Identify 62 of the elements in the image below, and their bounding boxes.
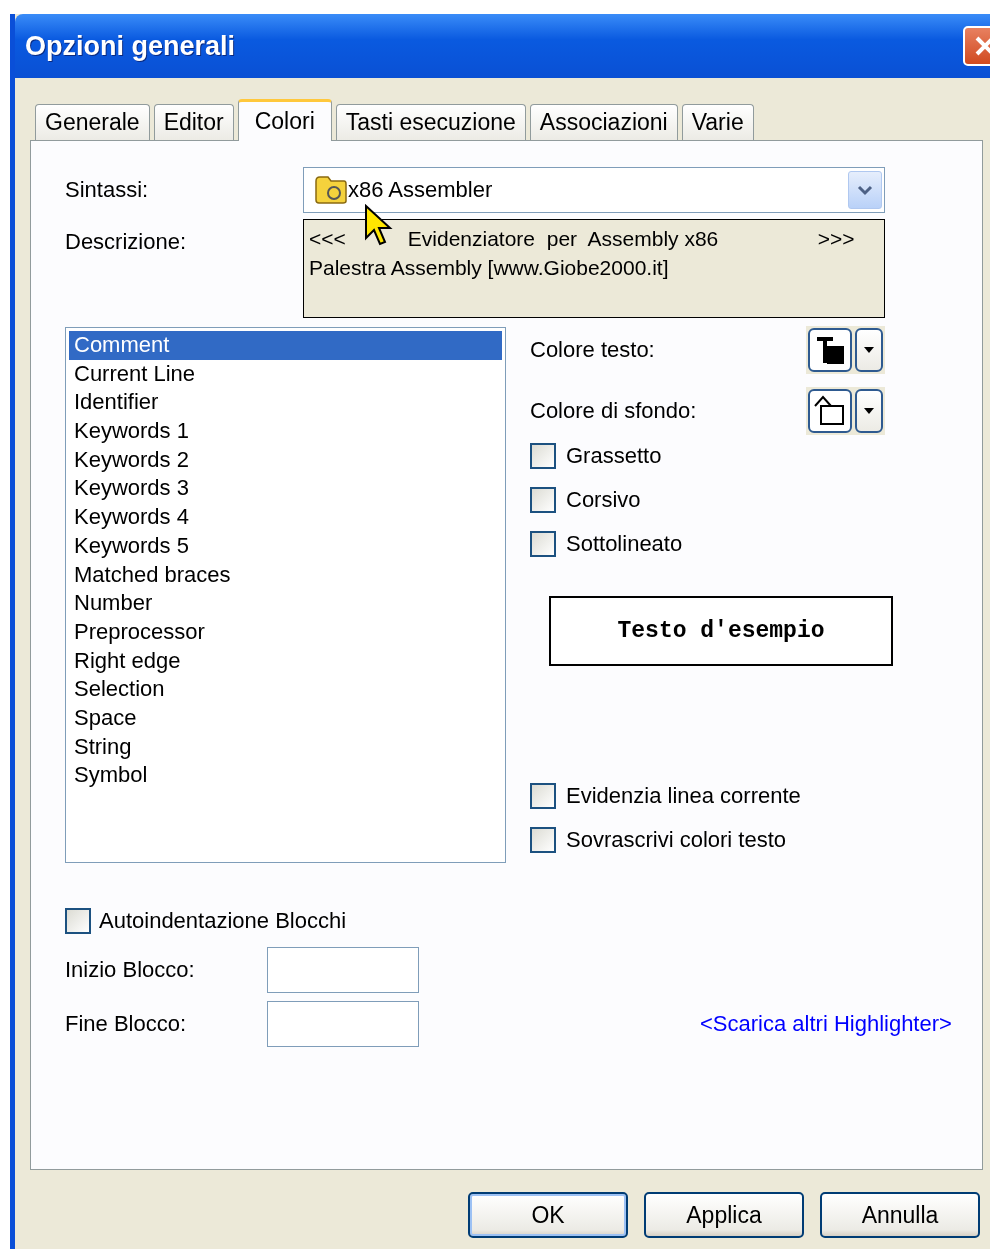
checkbox[interactable] [530, 443, 556, 469]
caret-icon [864, 408, 874, 414]
sample-text-box: Testo d'esempio [549, 596, 893, 666]
dialog-button[interactable]: OK [468, 1192, 628, 1238]
list-item[interactable]: Right edge [69, 646, 502, 676]
list-item[interactable]: Number [69, 589, 502, 618]
tab[interactable]: Generale [35, 104, 150, 140]
window-title: Opzioni generali [25, 30, 236, 62]
text-color-button[interactable] [808, 328, 852, 372]
checkbox-label[interactable]: Corsivo [566, 487, 641, 513]
list-item[interactable]: Keywords 1 [69, 417, 502, 446]
fill-color-button[interactable] [808, 389, 852, 433]
dropdown-arrow-button[interactable] [855, 328, 883, 372]
description-label: Descrizione: [65, 229, 188, 255]
checkbox-label[interactable]: Sovrascrivi colori testo [566, 827, 787, 853]
block-end-field[interactable] [267, 1001, 419, 1047]
tab[interactable]: Colori [237, 99, 332, 141]
description-text: <<< [309, 226, 346, 252]
list-item[interactable]: Symbol [69, 761, 502, 790]
checkbox[interactable] [530, 783, 556, 809]
description-text: Palestra Assembly [www.Giobe2000.it] [309, 255, 670, 281]
block-start-field[interactable] [267, 947, 419, 993]
syntax-label: Sintassi: [65, 177, 150, 203]
list-item[interactable]: Selection [69, 675, 502, 704]
checkbox[interactable] [530, 531, 556, 557]
list-item[interactable]: Space [69, 703, 502, 733]
list-item[interactable]: Keywords 2 [69, 445, 502, 475]
checkbox[interactable] [530, 827, 556, 853]
list-item[interactable]: Keywords 4 [69, 503, 502, 532]
list-item[interactable]: Preprocessor [69, 617, 502, 647]
checkbox[interactable] [530, 487, 556, 513]
checkbox[interactable] [65, 908, 91, 934]
description-text: Evidenziatore per Assembly x86 [407, 226, 720, 252]
text-color-icon [814, 334, 846, 366]
dialog-button[interactable]: Applica [644, 1192, 804, 1238]
checkbox-label[interactable]: Sottolineato [566, 531, 683, 557]
checkbox-label[interactable]: Evidenzia linea corrente [566, 783, 801, 809]
list-item[interactable]: String [69, 732, 502, 762]
download-link[interactable]: <Scarica altri Highlighter> [700, 1011, 952, 1037]
background-color-label: Colore di sfondo: [530, 398, 697, 424]
element-list[interactable]: Comment Current Line Identifier Keywords 1 Keywords 2 Keywords 3 Keywords 4 Keywords 5 Matched braces Number Preprocessor Right edge Selection Space String Symbol [65, 327, 506, 863]
checkbox-label[interactable]: Grassetto [566, 443, 662, 469]
list-item[interactable]: Keywords 3 [69, 474, 502, 504]
fill-color-icon [813, 394, 847, 428]
list-item[interactable]: Comment [69, 331, 502, 360]
list-item[interactable]: Identifier [69, 388, 502, 418]
block-start-label: Inizio Blocco: [65, 957, 196, 983]
tab[interactable]: Tasti esecuzione [335, 104, 526, 140]
dropdown-arrow-button[interactable] [855, 389, 883, 433]
caret-icon [864, 347, 874, 353]
list-item[interactable]: Keywords 5 [69, 531, 502, 561]
tab[interactable]: Editor [153, 104, 234, 140]
folder-icon [314, 175, 348, 205]
list-item[interactable]: Matched braces [69, 560, 502, 590]
tab[interactable]: Associazioni [529, 104, 678, 140]
dialog-button[interactable]: Annulla [820, 1192, 980, 1238]
list-item[interactable]: Current Line [69, 359, 502, 389]
block-end-label: Fine Blocco: [65, 1011, 188, 1037]
checkbox-label[interactable]: Autoindentazione Blocchi [99, 908, 347, 934]
tab[interactable]: Varie [681, 104, 754, 140]
description-text: >>> [817, 226, 855, 252]
text-color-label: Colore testo: [530, 337, 655, 363]
